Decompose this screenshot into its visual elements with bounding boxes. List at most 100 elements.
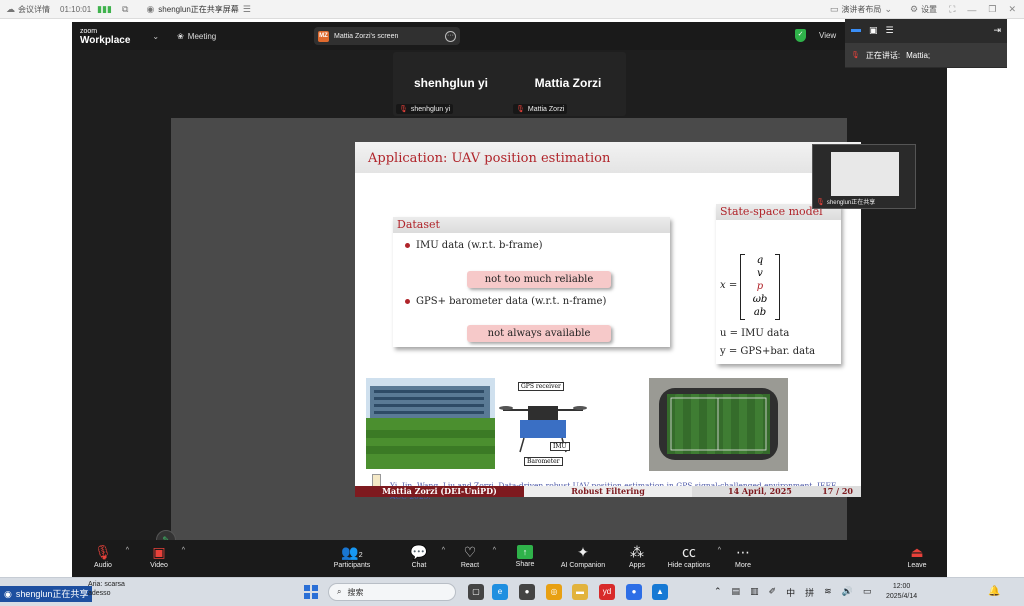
barometer-label: Barometer	[524, 457, 563, 466]
more-icon: ⋯	[736, 544, 750, 560]
meeting-info-label: 会议详情	[18, 4, 50, 14]
sharing-indicator[interactable]: ◉ shenglun正在共享屏幕 ☰	[146, 4, 250, 15]
network-share-icon[interactable]: ▥	[750, 586, 759, 599]
ime-language[interactable]: 中	[786, 586, 795, 599]
edge-icon[interactable]: e	[492, 584, 508, 600]
windows-start-icon[interactable]	[304, 585, 318, 599]
note-box: not too much reliable	[467, 271, 611, 288]
speaker-indicator: 🎙 正在讲话: Mattia;	[845, 43, 1007, 67]
view-button[interactable]: View	[819, 31, 836, 40]
system-tray: ⌃ ▤ ▥ ✐ 中 拼 ≋ 🔊 ▭	[714, 586, 871, 599]
youdao-icon[interactable]: yd	[599, 584, 615, 600]
sharing-text: shenglun正在共享屏幕	[158, 4, 239, 14]
note-box: not always available	[467, 325, 611, 342]
wifi-icon[interactable]: ≋	[824, 586, 832, 599]
dataset-heading: Dataset	[393, 217, 670, 233]
volume-icon[interactable]: 🔊	[842, 586, 853, 599]
zoom-app-icon[interactable]: ●	[626, 584, 642, 600]
screen-share-label: Mattia Zorzi's screen	[334, 32, 399, 40]
self-view-preview	[831, 152, 899, 196]
grid-icon[interactable]: ☰	[886, 25, 894, 36]
speaking-label: 正在讲话:	[865, 50, 901, 60]
chevron-down-icon[interactable]: ⌄	[152, 32, 159, 41]
folder-icon[interactable]: ▬	[572, 584, 588, 600]
more-label: More	[735, 562, 751, 569]
chevron-down-icon: ⌄	[884, 4, 892, 14]
collapse-icon[interactable]: ⇥	[993, 25, 1001, 36]
vector-entry: v	[757, 268, 763, 279]
meeting-label: Meeting	[187, 31, 217, 41]
menu-icon: ☰	[242, 3, 251, 14]
settings-label: 设置	[921, 5, 938, 14]
participant-label-text: shenhglun yi	[410, 105, 451, 113]
share-bar-right: ▭ 演讲者布局 ⌄ ⚙ 设置 ⛶ — ❐ ✕	[824, 0, 1016, 19]
ime-mode[interactable]: 拼	[805, 586, 814, 599]
paw-icon: ❀	[177, 31, 184, 41]
audio-button[interactable]: 🎙 Audio ^	[73, 543, 133, 569]
close-icon[interactable]: ✕	[1008, 4, 1016, 15]
apps-button[interactable]: ⁂ Apps	[607, 543, 667, 569]
restore-icon[interactable]: ❐	[988, 4, 996, 15]
apps-icon: ⁂	[630, 544, 644, 560]
fullscreen-icon[interactable]: ⛶	[949, 4, 955, 15]
air-quality-line1: Aria: scarsa	[88, 581, 125, 588]
react-button[interactable]: ♡ React ^	[440, 543, 500, 569]
more-button[interactable]: ⋯ More	[713, 543, 773, 569]
heart-icon: ♡	[463, 544, 477, 560]
participant-label-text: Mattia Zorzi	[527, 105, 565, 113]
taskbar-search[interactable]: ⌕ 搜索	[328, 583, 456, 601]
layout-button[interactable]: ▭ 演讲者布局 ⌄	[830, 4, 892, 15]
layout-icon: ▭	[829, 4, 839, 14]
share-button[interactable]: ↑ Share	[495, 543, 555, 568]
meeting-timer: 01:10:01	[60, 4, 92, 14]
github-icon[interactable]: ●	[519, 584, 535, 600]
footer-page-number: 17 / 20	[822, 486, 853, 496]
zoom-logo-icon: ☁	[6, 3, 15, 14]
participant-label: 🎙 shenhglun yi	[396, 104, 454, 114]
minimize-icon[interactable]: —	[967, 5, 976, 15]
search-label: 搜索	[347, 587, 364, 597]
participant-tile[interactable]: shenhglun yi 🎙 shenhglun yi	[393, 52, 509, 116]
chevron-up-icon[interactable]: ⌃	[714, 586, 722, 599]
participants-button[interactable]: 👥2 Participants	[322, 543, 382, 569]
captions-button[interactable]: ㏄ Hide captions ^	[659, 543, 721, 569]
ai-companion-button[interactable]: ✦ AI Companion	[553, 543, 613, 569]
footer-author: Mattia Zorzi (DEI-UniPD)	[355, 486, 524, 497]
battery-icon[interactable]: ▭	[863, 586, 872, 599]
gear-icon: ⚙	[909, 4, 919, 14]
window-icon[interactable]: ▣	[869, 25, 878, 36]
presentation-slide: Application: UAV position estimation Dat…	[355, 142, 861, 501]
task-view-icon[interactable]: ▢	[468, 584, 484, 600]
participant-tile[interactable]: Mattia Zorzi 🎙 Mattia Zorzi	[510, 52, 626, 116]
footer-topic: Robust Filtering	[524, 486, 692, 497]
air-quality-widget[interactable]: Aria: scarsa adesso	[88, 580, 125, 598]
video-label: Video	[150, 562, 168, 569]
chrome-icon[interactable]: ◎	[546, 584, 562, 600]
screen-share-pill[interactable]: MZ Mattia Zorzi's screen ···	[314, 27, 460, 45]
shield-icon[interactable]: ✓	[795, 29, 806, 42]
video-button[interactable]: ▣ Video ^	[129, 543, 189, 569]
settings-button[interactable]: ⚙ 设置	[910, 4, 937, 15]
sharing-taskbar-tag[interactable]: ◉ shenglun正在共享	[0, 586, 93, 602]
popout-icon[interactable]: ⧉	[122, 4, 128, 15]
react-label: React	[460, 562, 480, 569]
more-icon[interactable]: ···	[445, 30, 456, 42]
minimize-icon[interactable]	[851, 28, 861, 32]
app-tray-icon[interactable]: ▤	[732, 586, 741, 599]
share-screen-icon: ◉	[146, 3, 155, 14]
meeting-info-button[interactable]: ☁ 会议详情	[6, 4, 50, 15]
bullet-item: IMU data (w.r.t. b-frame)	[405, 240, 543, 251]
signal-bars-icon: ▮▮▮	[97, 3, 112, 14]
self-view-thumbnail[interactable]: 🎙 shenglun正在共享	[812, 144, 916, 209]
participants-icon: 👥2	[341, 544, 363, 560]
chevron-up-icon[interactable]: ^	[182, 547, 185, 554]
pen-icon[interactable]: ✐	[769, 586, 777, 599]
chart-app-icon[interactable]: ▲	[652, 584, 668, 600]
taskbar-clock[interactable]: 12:00 2025/4/14	[886, 582, 917, 602]
gps-receiver-label: GPS receiver	[518, 382, 564, 391]
participant-name: shenhglun yi	[413, 76, 488, 90]
mic-muted-icon: 🎙	[816, 198, 825, 206]
notification-bell-icon[interactable]: 🔔	[988, 586, 1000, 597]
leave-button[interactable]: ⏏ Leave	[887, 543, 947, 569]
meeting-menu[interactable]: ❀ Meeting	[177, 32, 216, 41]
